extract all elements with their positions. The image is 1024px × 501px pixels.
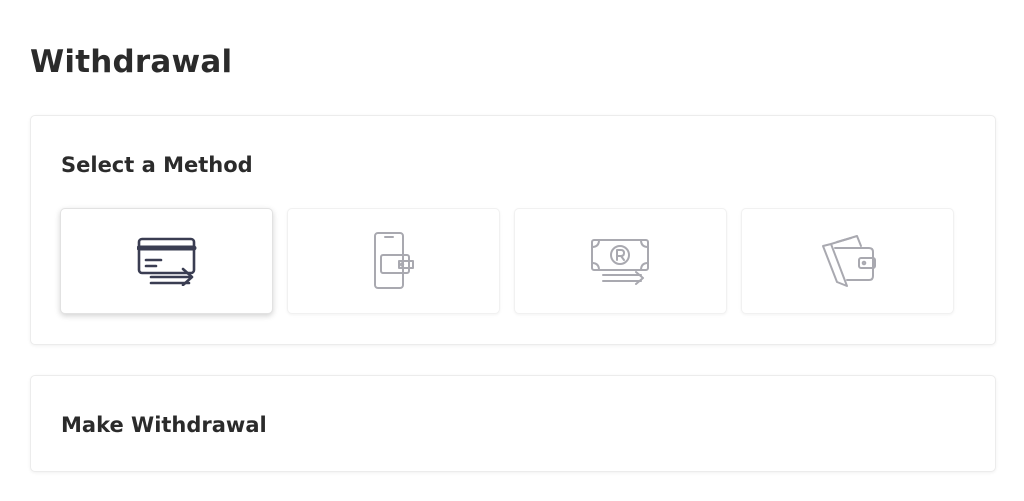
method-option-mobile-wallet[interactable] — [287, 208, 500, 314]
cash-transfer-icon — [589, 237, 653, 285]
select-method-title: Select a Method — [61, 153, 253, 177]
mobile-wallet-icon — [369, 231, 419, 291]
select-method-card: Select a Method — [30, 115, 996, 345]
method-option-card-transfer[interactable] — [60, 208, 273, 314]
card-transfer-icon — [136, 236, 197, 286]
make-withdrawal-card: Make Withdrawal — [30, 375, 996, 472]
method-options — [60, 208, 954, 314]
page-title: Withdrawal — [30, 44, 233, 80]
method-option-cash-transfer[interactable] — [514, 208, 727, 314]
wallet-icon — [817, 232, 879, 290]
method-option-wallet[interactable] — [741, 208, 954, 314]
make-withdrawal-title: Make Withdrawal — [61, 413, 267, 437]
